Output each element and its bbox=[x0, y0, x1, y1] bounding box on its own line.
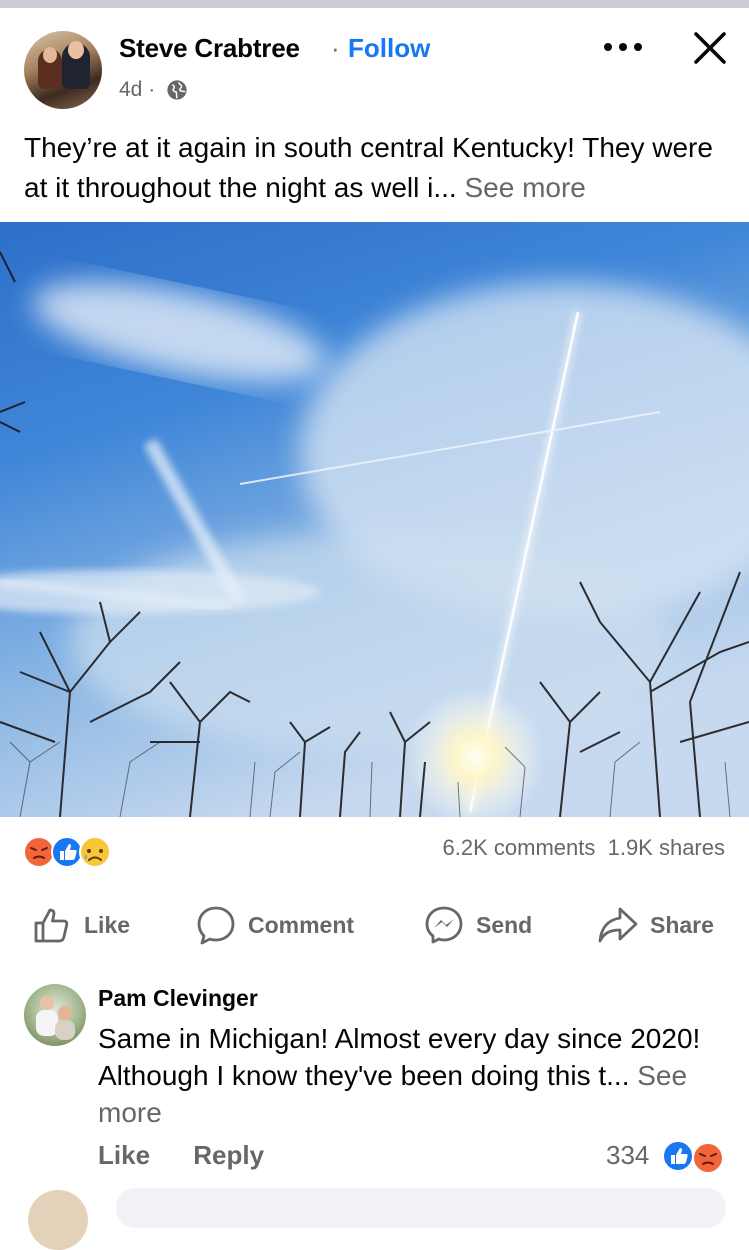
commenter-avatar[interactable] bbox=[24, 984, 86, 1046]
comment-reaction-count[interactable]: 334 bbox=[606, 1140, 649, 1171]
post-text: They’re at it again in south central Ken… bbox=[24, 128, 729, 208]
comment-text: Same in Michigan! Almost every day since… bbox=[98, 1020, 718, 1131]
see-more-link[interactable]: See more bbox=[464, 172, 585, 203]
action-bar: Like Comment Send Share bbox=[0, 900, 749, 950]
comment-button[interactable]: Comment bbox=[196, 900, 354, 950]
top-divider bbox=[0, 0, 749, 8]
comment-actions: Like Reply bbox=[98, 1140, 264, 1171]
next-commenter-avatar[interactable] bbox=[28, 1190, 88, 1250]
comment-like-button[interactable]: Like bbox=[98, 1140, 150, 1170]
comment-label: Comment bbox=[248, 911, 355, 938]
share-arrow-icon bbox=[598, 907, 638, 943]
comment-reply-button[interactable]: Reply bbox=[193, 1140, 264, 1170]
angry-icon bbox=[23, 836, 55, 868]
globe-icon bbox=[167, 80, 187, 100]
comment-body: Same in Michigan! Almost every day since… bbox=[98, 1023, 701, 1091]
comment-bubble-icon bbox=[197, 906, 235, 945]
send-label: Send bbox=[476, 911, 533, 938]
like-label: Like bbox=[84, 911, 131, 938]
follow-button[interactable]: Follow bbox=[348, 33, 430, 64]
name-separator: · bbox=[331, 33, 340, 63]
author-name[interactable]: Steve Crabtree bbox=[119, 33, 300, 64]
share-label: Share bbox=[650, 911, 714, 938]
send-button[interactable]: Send bbox=[424, 900, 532, 950]
thumbs-up-icon bbox=[34, 908, 69, 943]
sad-icon bbox=[79, 836, 111, 868]
post-time[interactable]: 4d · bbox=[119, 78, 155, 102]
reactions-summary[interactable] bbox=[22, 835, 122, 869]
angry-icon bbox=[692, 1142, 724, 1174]
post-body: They’re at it again in south central Ken… bbox=[24, 132, 713, 203]
post-stats: 6.2K comments 1.9K shares bbox=[443, 835, 725, 861]
like-icon bbox=[662, 1140, 694, 1172]
more-options-button[interactable] bbox=[604, 40, 644, 54]
like-icon bbox=[51, 836, 83, 868]
post-photo[interactable] bbox=[0, 222, 749, 817]
comments-count[interactable]: 6.2K comments bbox=[443, 835, 596, 860]
like-button[interactable]: Like bbox=[32, 900, 130, 950]
messenger-icon bbox=[425, 906, 463, 944]
comment-reactions[interactable] bbox=[660, 1138, 730, 1174]
commenter-name[interactable]: Pam Clevinger bbox=[98, 985, 258, 1012]
share-button[interactable]: Share bbox=[598, 900, 714, 950]
close-icon[interactable] bbox=[690, 28, 730, 68]
author-avatar[interactable] bbox=[24, 31, 102, 109]
shares-count[interactable]: 1.9K shares bbox=[608, 835, 725, 860]
next-comment-bubble[interactable] bbox=[116, 1188, 726, 1228]
